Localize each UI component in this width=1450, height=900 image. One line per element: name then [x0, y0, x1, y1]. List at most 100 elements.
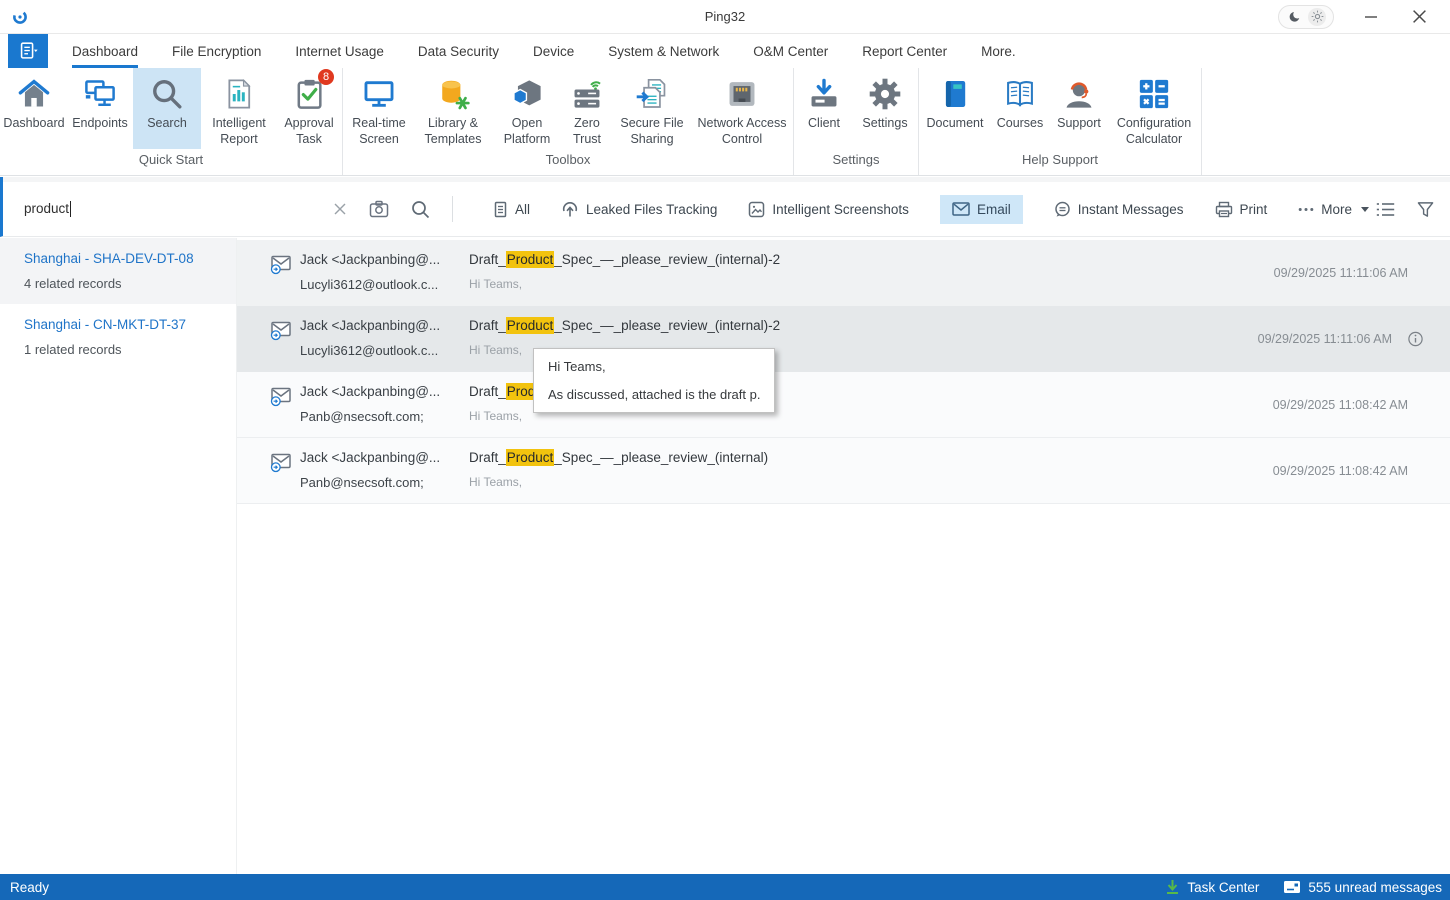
ribbon: Dashboard Endpoints Search [0, 68, 1450, 176]
ribbon-intelligent-report-button[interactable]: Intelligent Report [201, 68, 277, 149]
approval-task-badge: 8 [318, 69, 334, 85]
filter-instant-messages[interactable]: Instant Messages [1054, 201, 1184, 218]
email-row-1[interactable]: Jack <Jackpanbing@... Lucyli3612@outlook… [237, 240, 1450, 306]
sent-mail-icon [270, 254, 292, 306]
search-large-icon [150, 75, 184, 113]
ribbon-tabs: Dashboard File Encryption Internet Usage… [72, 34, 1016, 68]
status-bar: Ready Task Center 555 unread messages [0, 874, 1450, 900]
detail-list-icon[interactable] [1376, 202, 1395, 217]
home-icon [17, 75, 51, 113]
monitors-icon [83, 75, 117, 113]
filter-all[interactable]: All [493, 201, 530, 218]
monitor-icon [362, 75, 396, 113]
search-input[interactable]: product [24, 200, 430, 219]
screenshot-image-icon [748, 201, 765, 218]
email-row-4[interactable]: Jack <Jackpanbing@... Panb@nsecsoft.com;… [237, 438, 1450, 504]
divider [452, 196, 453, 222]
tab-om-center[interactable]: O&M Center [753, 34, 828, 68]
search-icon[interactable] [411, 200, 430, 219]
sidebar-item-device-1[interactable]: Shanghai - SHA-DEV-DT-08 4 related recor… [0, 238, 236, 304]
ribbon-zero-trust-button[interactable]: Zero Trust [562, 68, 612, 149]
search-value: product [24, 201, 69, 216]
email-sender: Jack <Jackpanbing@... [300, 450, 448, 465]
ribbon-support-button[interactable]: Support [1050, 68, 1108, 149]
ribbon-client-button[interactable]: Client [795, 68, 853, 149]
ribbon-dashboard-button[interactable]: Dashboard [1, 68, 67, 149]
filter-funnel-icon[interactable] [1417, 201, 1434, 218]
filter-more[interactable]: More [1298, 202, 1369, 217]
ellipsis-icon [1298, 207, 1314, 212]
envelope-icon [952, 202, 970, 216]
email-row-2[interactable]: Jack <Jackpanbing@... Lucyli3612@outlook… [237, 306, 1450, 372]
client-download-icon [807, 75, 841, 113]
upload-tracking-icon [561, 200, 579, 218]
email-timestamp: 09/29/2025 11:11:06 AM [1274, 266, 1408, 280]
ribbon-open-platform-button[interactable]: Open Platform [492, 68, 562, 149]
cube-hexagon-icon [510, 75, 544, 113]
unread-messages-button[interactable]: 555 unread messages [1283, 880, 1442, 895]
ribbon-group-quick-start: Dashboard Endpoints Search [0, 68, 343, 175]
email-row-3[interactable]: Jack <Jackpanbing@... Panb@nsecsoft.com;… [237, 372, 1450, 438]
ribbon-library-templates-button[interactable]: Library & Templates [414, 68, 492, 149]
email-recipient: Lucyli3612@outlook.c... [300, 343, 448, 358]
open-book-icon [1003, 75, 1037, 113]
tab-internet-usage[interactable]: Internet Usage [295, 34, 384, 68]
clear-search-icon[interactable] [333, 202, 347, 216]
ethernet-port-icon [725, 75, 759, 113]
group-label-settings: Settings [795, 149, 917, 175]
email-subject: Draft_Product_Spec_—_please_review_(inte… [469, 318, 1450, 333]
tab-system-network[interactable]: System & Network [608, 34, 719, 68]
email-results-list: Jack <Jackpanbing@... Lucyli3612@outlook… [237, 238, 1450, 874]
email-subject: Draft_Product_Spec_—_please_review_(inte… [469, 252, 1450, 267]
tab-more[interactable]: More. [981, 34, 1016, 68]
ribbon-document-button[interactable]: Document [920, 68, 990, 149]
sent-mail-icon [270, 320, 292, 372]
group-label-help-support: Help Support [920, 149, 1200, 175]
tab-file-encryption[interactable]: File Encryption [172, 34, 261, 68]
title-bar: Ping32 [0, 0, 1450, 34]
view-controls [1376, 201, 1450, 218]
app-menu-button[interactable] [8, 34, 48, 68]
ribbon-group-help-support: Document Courses Support [919, 68, 1202, 175]
book-icon [938, 75, 972, 113]
filter-leaked-files-tracking[interactable]: Leaked Files Tracking [561, 200, 717, 218]
chevron-down-icon [1361, 207, 1369, 212]
result-filters: All Leaked Files Tracking Intelligent Sc… [493, 195, 1369, 224]
filter-print[interactable]: Print [1215, 201, 1268, 218]
calculator-icon [1137, 75, 1171, 113]
group-label-quick-start: Quick Start [1, 149, 341, 175]
printer-icon [1215, 201, 1233, 218]
email-sender: Jack <Jackpanbing@... [300, 252, 448, 267]
ribbon-configuration-calculator-button[interactable]: Configuration Calculator [1108, 68, 1200, 149]
tab-report-center[interactable]: Report Center [862, 34, 947, 68]
ribbon-search-button[interactable]: Search [133, 68, 201, 149]
document-lines-icon [493, 201, 508, 218]
info-icon[interactable] [1408, 332, 1423, 347]
sent-mail-icon [270, 452, 292, 503]
ribbon-courses-button[interactable]: Courses [990, 68, 1050, 149]
ribbon-approval-task-button[interactable]: 8 Approval Task [277, 68, 341, 149]
ribbon-network-access-control-button[interactable]: Network Access Control [692, 68, 792, 149]
ribbon-realtime-screen-button[interactable]: Real-time Screen [344, 68, 414, 149]
tab-data-security[interactable]: Data Security [418, 34, 499, 68]
ribbon-settings-button[interactable]: Settings [853, 68, 917, 149]
window-title: Ping32 [0, 9, 1450, 24]
sidebar-item-device-2[interactable]: Shanghai - CN-MKT-DT-37 1 related record… [0, 304, 236, 370]
ribbon-endpoints-button[interactable]: Endpoints [67, 68, 133, 149]
ribbon-secure-file-sharing-button[interactable]: Secure File Sharing [612, 68, 692, 149]
task-center-button[interactable]: Task Center [1165, 879, 1259, 895]
tab-dashboard[interactable]: Dashboard [72, 34, 138, 68]
filter-email[interactable]: Email [940, 195, 1023, 224]
filter-intelligent-screenshots[interactable]: Intelligent Screenshots [748, 201, 909, 218]
email-timestamp: 09/29/2025 11:11:06 AM [1258, 332, 1392, 346]
documents-arrow-icon [635, 75, 669, 113]
results-sidebar: Shanghai - SHA-DEV-DT-08 4 related recor… [0, 238, 237, 874]
tab-device[interactable]: Device [533, 34, 574, 68]
chat-bubble-icon [1054, 201, 1071, 218]
preview-tooltip: Hi Teams, As discussed, attached is the … [533, 348, 775, 413]
email-timestamp: 09/29/2025 11:08:42 AM [1273, 398, 1408, 412]
camera-search-icon[interactable] [369, 200, 389, 218]
search-toolbar: product All Leaked Files Tracking [0, 182, 1450, 237]
text-caret [70, 201, 71, 217]
ribbon-group-settings: Client Settings Settings [794, 68, 919, 175]
